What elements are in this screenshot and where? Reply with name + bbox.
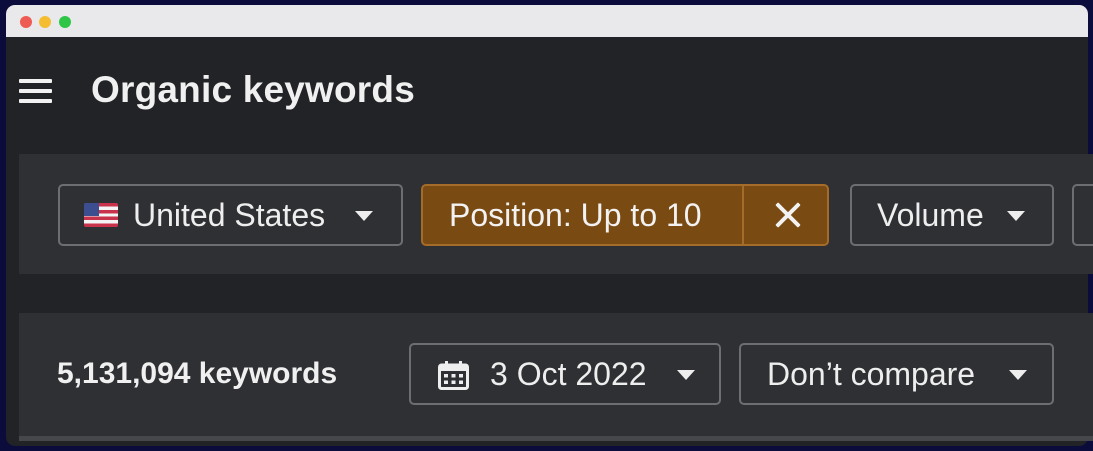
- position-filter-label[interactable]: Position: Up to 10: [449, 197, 702, 234]
- chevron-down-icon: [355, 211, 373, 221]
- country-filter-label: United States: [133, 197, 326, 233]
- hamburger-menu-icon[interactable]: [19, 77, 53, 105]
- page-title: Organic keywords: [91, 69, 415, 110]
- date-picker-button[interactable]: 3 Oct 2022: [409, 343, 721, 405]
- volume-filter-label: Volume: [877, 197, 984, 233]
- chevron-down-icon: [1009, 370, 1027, 380]
- maximize-window-button[interactable]: [59, 16, 71, 28]
- volume-filter-button[interactable]: Volume: [850, 184, 1054, 246]
- compare-dropdown-button[interactable]: Don’t compare: [739, 343, 1054, 405]
- keyword-count: 5,131,094 keywords: [57, 357, 338, 390]
- chevron-down-icon: [1007, 211, 1025, 221]
- us-flag-icon: [84, 203, 118, 227]
- position-filter-chip: Position: Up to 10: [421, 184, 829, 246]
- close-window-button[interactable]: [20, 16, 32, 28]
- minimize-window-button[interactable]: [39, 16, 51, 28]
- window-titlebar: [6, 5, 1088, 37]
- chevron-down-icon: [677, 370, 695, 380]
- remove-position-filter-icon[interactable]: [745, 186, 829, 244]
- calendar-icon: [438, 361, 469, 390]
- country-filter-button[interactable]: United States: [58, 184, 403, 246]
- compare-dropdown-label: Don’t compare: [767, 356, 976, 392]
- date-picker-label: 3 Oct 2022: [490, 356, 647, 392]
- next-filter-button[interactable]: [1072, 184, 1093, 246]
- chip-divider: [742, 186, 744, 244]
- divider: [19, 436, 1093, 441]
